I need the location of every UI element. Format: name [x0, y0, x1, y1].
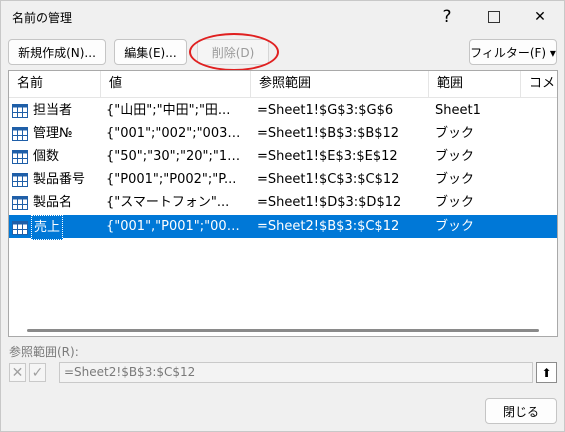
- row-scope: ブック: [435, 172, 475, 187]
- table-icon: [12, 195, 28, 210]
- table-icon: [12, 220, 28, 235]
- row-value: {"001","P001";"002...: [106, 219, 246, 234]
- name-manager-dialog: 名前の管理 ? ✕ 新規作成(N)... 編集(E)... 削除(D) フィルタ…: [0, 0, 565, 432]
- row-name-cell: 個数: [12, 145, 100, 168]
- row-scope: ブック: [435, 126, 475, 141]
- help-icon: ?: [442, 7, 452, 27]
- column-header-comment[interactable]: コメ: [521, 71, 557, 97]
- row-scope: ブック: [435, 195, 475, 210]
- maximize-button[interactable]: [471, 1, 517, 33]
- refers-to-label: 参照範囲(R):: [9, 345, 79, 359]
- row-value: {"山田";"中田";"田...: [106, 103, 231, 118]
- row-name: 製品名: [33, 195, 73, 210]
- close-button[interactable]: 閉じる: [485, 398, 557, 424]
- column-header-value[interactable]: 値: [101, 71, 251, 97]
- row-name-cell: 担当者: [12, 99, 100, 122]
- new-button[interactable]: 新規作成(N)...: [8, 39, 106, 65]
- collapse-dialog-button[interactable]: ⬆: [536, 362, 557, 383]
- refers-to-input[interactable]: =Sheet2!$B$3:$C$12: [59, 362, 533, 383]
- list-row-selected[interactable]: 売上 {"001","P001";"002... =Sheet2!$B$3:$C…: [9, 215, 557, 240]
- table-icon: [12, 172, 28, 187]
- list-row[interactable]: 担当者 {"山田";"中田";"田... =Sheet1!$G$3:$G$6 S…: [9, 99, 557, 122]
- cancel-edit-icon[interactable]: ✕: [9, 363, 26, 382]
- table-icon: [12, 126, 28, 141]
- row-scope: ブック: [435, 149, 475, 164]
- row-value: {"50";"30";"20";"10...: [106, 149, 246, 164]
- row-name-cell: 売上: [12, 215, 100, 240]
- row-name-cell: 管理№: [12, 122, 100, 145]
- row-refers-to: =Sheet2!$B$3:$C$12: [257, 219, 400, 234]
- column-header-refers-to[interactable]: 参照範囲: [251, 71, 429, 97]
- help-button[interactable]: ?: [424, 1, 470, 33]
- collapse-arrow-icon: ⬆: [541, 365, 552, 380]
- edit-button[interactable]: 編集(E)...: [114, 39, 187, 65]
- list-row[interactable]: 管理№ {"001";"002";"003";... =Sheet1!$B$3:…: [9, 122, 557, 145]
- delete-highlight-ring: [189, 33, 279, 71]
- filter-button[interactable]: フィルター(F) ▾: [469, 39, 557, 65]
- row-name-cell: 製品番号: [12, 168, 100, 191]
- column-header-name[interactable]: 名前: [9, 71, 101, 97]
- table-icon: [12, 149, 28, 164]
- list-row[interactable]: 製品名 {"スマートフォン"... =Sheet1!$D$3:$D$12 ブック: [9, 191, 557, 214]
- row-name: 売上: [31, 215, 64, 240]
- row-refers-to: =Sheet1!$E$3:$E$12: [257, 149, 398, 164]
- row-name: 管理№: [33, 126, 73, 141]
- row-name-cell: 製品名: [12, 191, 100, 214]
- row-name: 製品番号: [33, 172, 86, 187]
- close-window-button[interactable]: ✕: [517, 1, 563, 33]
- list-row[interactable]: 製品番号 {"P001";"P002";"P... =Sheet1!$C$3:$…: [9, 168, 557, 191]
- dialog-title: 名前の管理: [12, 11, 73, 25]
- list-header: 名前 値 参照範囲 範囲 コメ: [9, 71, 557, 98]
- row-refers-to: =Sheet1!$C$3:$C$12: [257, 172, 400, 187]
- title-bar: 名前の管理 ? ✕: [1, 1, 564, 33]
- row-refers-to: =Sheet1!$D$3:$D$12: [257, 195, 402, 210]
- horizontal-scrollbar[interactable]: [27, 329, 539, 332]
- row-name: 担当者: [33, 103, 73, 118]
- row-value: {"P001";"P002";"P...: [106, 172, 237, 187]
- row-scope: ブック: [435, 219, 475, 234]
- row-value: {"スマートフォン"...: [106, 195, 230, 210]
- table-icon: [12, 103, 28, 118]
- names-list[interactable]: 名前 値 参照範囲 範囲 コメ 担当者 {"山田";"中田";"田... =Sh…: [8, 70, 558, 337]
- row-value: {"001";"002";"003";...: [106, 126, 246, 141]
- list-row[interactable]: 個数 {"50";"30";"20";"10... =Sheet1!$E$3:$…: [9, 145, 557, 168]
- confirm-edit-icon[interactable]: ✓: [29, 363, 46, 382]
- row-name: 個数: [33, 149, 60, 164]
- close-icon: ✕: [534, 9, 546, 25]
- column-header-scope[interactable]: 範囲: [429, 71, 521, 97]
- row-refers-to: =Sheet1!$G$3:$G$6: [257, 103, 394, 118]
- maximize-icon: [488, 11, 500, 23]
- row-refers-to: =Sheet1!$B$3:$B$12: [257, 126, 400, 141]
- row-scope: Sheet1: [435, 103, 481, 118]
